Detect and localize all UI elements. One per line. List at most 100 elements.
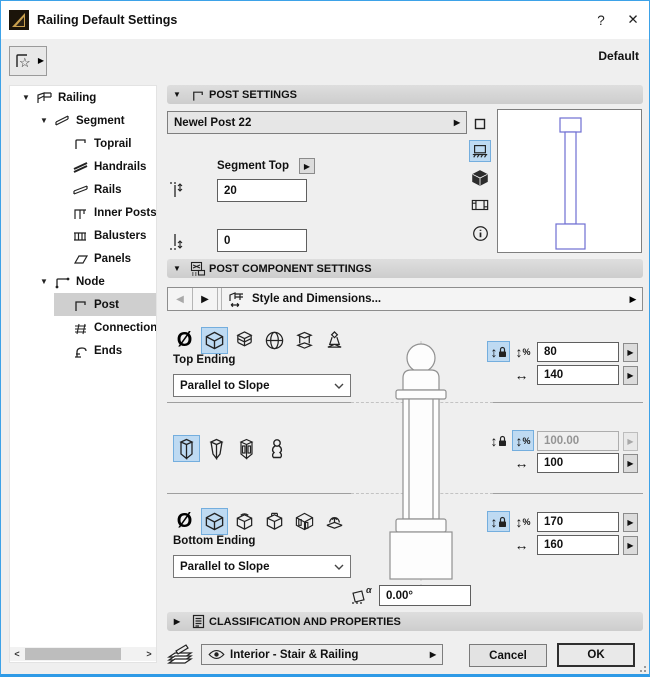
top-offset-icon — [169, 179, 191, 203]
updown-arrow-icon: ↕ — [491, 514, 498, 530]
bottom-offset-field[interactable]: 0 — [217, 229, 307, 252]
collapse-triangle-icon[interactable]: ▶ — [167, 617, 187, 626]
scroll-right-icon[interactable]: > — [142, 649, 156, 659]
newel-post-picker[interactable]: Newel Post 22 ▶ — [167, 111, 467, 134]
expander-icon[interactable]: ▼ — [36, 116, 52, 125]
fixed-height-lock-toggle[interactable]: ↕ — [487, 430, 510, 451]
ok-button[interactable]: OK — [557, 643, 635, 667]
top-ending-none-button[interactable]: Ø — [171, 327, 198, 354]
tree-item-rails[interactable]: Rails — [10, 178, 156, 201]
post-settings-header[interactable]: ▼ POST SETTINGS — [167, 85, 643, 104]
top-width-flyout-button[interactable]: ▶ — [623, 366, 638, 385]
classification-header[interactable]: ▶ CLASSIFICATION AND PROPERTIES — [167, 612, 643, 631]
layer-picker[interactable]: Interior - Stair & Railing ▶ — [201, 644, 443, 665]
resize-grip[interactable] — [638, 664, 646, 672]
close-button[interactable]: ✕ — [617, 1, 649, 39]
top-ending-value: Parallel to Slope — [180, 380, 334, 392]
expander-icon[interactable]: ▼ — [36, 277, 52, 286]
view-plan-button[interactable] — [469, 113, 491, 135]
bottom-height-flyout-button[interactable]: ▶ — [623, 513, 638, 532]
post-body-prism-button[interactable] — [173, 435, 200, 462]
tree-item-toprail[interactable]: Toprail — [10, 132, 156, 155]
rotation-angle-field[interactable]: 0.00° — [379, 585, 471, 606]
help-button[interactable]: ? — [585, 1, 617, 39]
tree-item-inner-posts[interactable]: Inner Posts — [10, 201, 156, 224]
tree-item-balusters[interactable]: Balusters — [10, 224, 156, 247]
collapse-triangle-icon[interactable]: ▼ — [167, 90, 187, 99]
top-ending-cube-button[interactable] — [201, 327, 228, 354]
bottom-ending-tenon-button[interactable] — [261, 508, 288, 535]
bottom-ending-ornate-button[interactable] — [291, 508, 318, 535]
none-icon: Ø — [177, 329, 193, 352]
tree-item-handrails[interactable]: Handrails — [10, 155, 156, 178]
expander-icon[interactable]: ▼ — [18, 93, 34, 102]
percent-height-toggle[interactable]: ↕ % — [512, 430, 534, 451]
view-section-button[interactable] — [469, 194, 491, 216]
bottom-ending-base-button[interactable] — [321, 508, 348, 535]
bottom-ending-capped-button[interactable] — [231, 508, 258, 535]
tree-horizontal-scrollbar[interactable]: < > — [10, 647, 156, 661]
scrollbar-thumb[interactable] — [25, 648, 121, 660]
top-ending-sphere-button[interactable] — [261, 327, 288, 354]
tree-item-post[interactable]: Post — [10, 293, 156, 316]
body-height-flyout-button: ▶ — [623, 432, 638, 451]
connections-icon — [70, 321, 90, 335]
post-component-settings-title: POST COMPONENT SETTINGS — [209, 263, 372, 275]
favorites-button[interactable]: ☆ ▶ — [9, 46, 47, 76]
info-button[interactable] — [469, 222, 491, 244]
pedestal-icon — [294, 330, 315, 351]
top-ending-finial-button[interactable] — [321, 327, 348, 354]
tenon-cube-icon — [264, 511, 285, 532]
collapse-triangle-icon[interactable]: ▼ — [167, 264, 187, 273]
top-ending-pedestal-button[interactable] — [291, 327, 318, 354]
bottom-width-flyout-button[interactable]: ▶ — [623, 536, 638, 555]
post-body-tapered-button[interactable] — [203, 435, 230, 462]
separator — [167, 493, 351, 494]
layer-icon — [166, 641, 194, 665]
panels-icon — [70, 252, 90, 266]
tree-item-ends[interactable]: Ends — [10, 339, 156, 362]
fixed-height-lock-toggle[interactable]: ↕ — [487, 511, 510, 532]
body-width-field[interactable]: 100 — [537, 453, 619, 473]
top-ending-combo[interactable]: Parallel to Slope — [173, 374, 351, 397]
post-component-settings-header[interactable]: ▼ POST COMPONENT SETTINGS — [167, 259, 643, 278]
top-ending-width-field[interactable]: 140 — [537, 365, 619, 385]
bottom-ending-combo[interactable]: Parallel to Slope — [173, 555, 351, 578]
view-elevation-button[interactable] — [469, 140, 491, 162]
updown-arrow-icon: ↕ — [491, 433, 498, 449]
sphere-icon — [264, 330, 285, 351]
bottom-ending-none-button[interactable]: Ø — [171, 508, 198, 535]
separator — [167, 402, 351, 403]
node-icon — [52, 275, 72, 289]
lock-icon — [498, 346, 507, 358]
tree-item-label: Handrails — [90, 161, 146, 173]
bottom-offset-icon — [169, 229, 191, 253]
tree-item-connections[interactable]: Connections — [10, 316, 156, 339]
cancel-button[interactable]: Cancel — [469, 644, 547, 667]
percent-height-toggle[interactable]: ↕ % — [512, 511, 534, 532]
post-body-turned-button[interactable] — [263, 435, 290, 462]
fixed-height-lock-toggle[interactable]: ↕ — [487, 341, 510, 362]
tree-item-railing[interactable]: ▼ Railing — [10, 86, 156, 109]
bottom-ending-height-field[interactable]: 170 — [537, 512, 619, 532]
nav-forward-button[interactable]: ▶ — [193, 288, 218, 310]
nav-menu-flyout-icon[interactable]: ▶ — [624, 294, 642, 305]
top-height-flyout-button[interactable]: ▶ — [623, 343, 638, 362]
top-ending-layered-button[interactable] — [231, 327, 258, 354]
scroll-left-icon[interactable]: < — [10, 649, 24, 659]
body-width-flyout-button[interactable]: ▶ — [623, 454, 638, 473]
nav-back-button[interactable]: ◀ — [168, 288, 193, 310]
bottom-ending-width-field[interactable]: 160 — [537, 535, 619, 555]
tree-item-node[interactable]: ▼ Node — [10, 270, 156, 293]
top-ending-height-field[interactable]: 80 — [537, 342, 619, 362]
percent-icon: % — [522, 436, 530, 446]
view-3d-button[interactable] — [469, 167, 491, 189]
tree-item-segment[interactable]: ▼ Segment — [10, 109, 156, 132]
style-and-dimensions-button[interactable]: Style and Dimensions... — [221, 288, 624, 310]
post-body-ornate-button[interactable] — [233, 435, 260, 462]
bottom-ending-cube-button[interactable] — [201, 508, 228, 535]
segment-top-flyout-button[interactable]: ▶ — [299, 158, 315, 174]
tree-item-panels[interactable]: Panels — [10, 247, 156, 270]
percent-height-toggle[interactable]: ↕ % — [512, 341, 534, 362]
top-offset-field[interactable]: 20 — [217, 179, 307, 202]
